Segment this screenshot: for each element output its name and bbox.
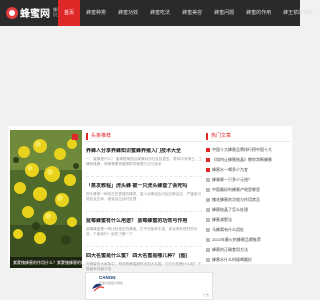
nav-item-home[interactable]: 首页 bbox=[58, 0, 81, 26]
hot-item[interactable]: 2022年最火的蜂蜜品牌推荐 bbox=[206, 235, 290, 245]
nav-item-beauty[interactable]: 蜂蜜美容 bbox=[176, 0, 208, 26]
divider bbox=[86, 176, 202, 177]
headline-section: 头条推荐 养蜂人分享养蜂知识蜜蜂养殖入门技术大全 一、蜜蜂是什么？ 蜜蜂是膜翅目… bbox=[86, 132, 202, 271]
nav-item-questions[interactable]: 蜂蜜问题 bbox=[208, 0, 240, 26]
ad-brand: CANON bbox=[99, 275, 116, 280]
article-title[interactable]: 蓝莓蜂蜜有什么用途？ 蓝莓蜂蜜的功效与作用 bbox=[86, 218, 202, 225]
hot-list: 中国十大蜂蜜品牌排行榜中国十大 《如何让蜂蜜结晶》教你判断蜂蜜 蜂蜜水一喝多少为… bbox=[206, 145, 290, 265]
ad-label: 广告 bbox=[202, 293, 209, 297]
rank-marker bbox=[206, 198, 210, 202]
hot-item[interactable]: 槐花蜂蜜的功效与作用禁忌 bbox=[206, 195, 290, 205]
hot-item[interactable]: 马蜂窝有什么用处 bbox=[206, 225, 290, 235]
hot-item[interactable]: 中国最好的蜂蜜产地是哪里 bbox=[206, 185, 290, 195]
ad-subtitle: 佳能中国官方网站 bbox=[99, 281, 124, 285]
hot-item-label[interactable]: 蜂蜜减肥法 bbox=[212, 217, 232, 222]
divider bbox=[86, 246, 202, 247]
hero-caption[interactable]: 紫蒙槐蜂蜜的作用什么？紫蒙槐蜂蜜的种类大全最上大 bbox=[10, 257, 82, 268]
hero-image[interactable]: 紫蒙槐蜂蜜的作用什么？紫蒙槐蜂蜜的种类大全最上大 bbox=[10, 130, 82, 268]
hot-item-label[interactable]: 马蜂窝有什么用处 bbox=[212, 227, 244, 232]
hot-item[interactable]: 蜂巢蜜一只多少元钱？ bbox=[206, 175, 290, 185]
rank-marker bbox=[206, 158, 210, 162]
hot-articles-sidebar: 热门文章 中国十大蜂蜜品牌排行榜中国十大 《如何让蜂蜜结晶》教你判断蜂蜜 蜂蜜水… bbox=[206, 132, 290, 266]
article-title[interactable]: 四大名蜜是什么蜜？ 四大名蜜是哪几种？ (图) bbox=[86, 253, 202, 260]
section-accent-bar bbox=[206, 133, 208, 140]
flower-photo bbox=[10, 130, 82, 268]
logo-icon bbox=[6, 7, 18, 19]
article-summary: 虎头蜂是一种攻击性很强的蜂类，蛰人后毒液会引起过敏反应，严重者可能危及生命，被蛰… bbox=[86, 192, 201, 201]
hot-item-label[interactable]: 中国十大蜂蜜品牌排行榜中国十大 bbox=[212, 147, 272, 152]
article-item[interactable]: 养蜂人分享养蜂知识蜜蜂养殖入门技术大全 一、蜜蜂是什么？ 蜜蜂是膜翅目蜜蜂科的社… bbox=[86, 148, 202, 177]
nav-item-effects[interactable]: 蜂蜜的作用 bbox=[240, 0, 277, 26]
nav-item-benefits[interactable]: 蜂蜜功效 bbox=[112, 0, 144, 26]
hot-item[interactable]: 蜂蜜减肥法 bbox=[206, 215, 290, 225]
headline-header: 头条推荐 bbox=[86, 132, 202, 142]
top-nav-bar: 蜂蜜网 蜂蜜 知识大全 首页 蜂蜜种类 蜂蜜功效 蜂蜜吃法 蜂蜜美容 蜂蜜问题 … bbox=[0, 0, 313, 26]
hot-item-label[interactable]: 《如何让蜂蜜结晶》教你判断蜂蜜 bbox=[212, 157, 272, 162]
rank-marker bbox=[206, 258, 210, 262]
hot-title: 热门文章 bbox=[211, 133, 232, 139]
hot-item-label[interactable]: 蜂蜜水什么时候喝最好 bbox=[212, 257, 252, 262]
rank-marker bbox=[206, 218, 210, 222]
nav-item-royal-jelly[interactable]: 蜂王浆的功效 bbox=[277, 0, 319, 26]
hot-item[interactable]: 中国十大蜂蜜品牌排行榜中国十大 bbox=[206, 145, 290, 155]
rank-marker bbox=[206, 188, 210, 192]
headline-title: 头条推荐 bbox=[91, 133, 112, 139]
hot-item-label[interactable]: 蜂蜜水一喝多少为宜 bbox=[212, 167, 248, 172]
main-nav: 首页 蜂蜜种类 蜂蜜功效 蜂蜜吃法 蜂蜜美容 蜂蜜问题 蜂蜜的作用 蜂王浆的功效 bbox=[58, 0, 319, 26]
hot-header: 热门文章 bbox=[206, 132, 290, 142]
rank-marker bbox=[206, 178, 210, 182]
rank-marker bbox=[206, 228, 210, 232]
hot-item-label[interactable]: 槐花蜂蜜的功效与作用禁忌 bbox=[212, 197, 260, 202]
nav-item-eating[interactable]: 蜂蜜吃法 bbox=[144, 0, 176, 26]
rank-marker bbox=[206, 148, 210, 152]
nav-item-types[interactable]: 蜂蜜种类 bbox=[80, 0, 112, 26]
article-summary: 一、蜜蜂是什么？ 蜜蜂是膜翅目蜜蜂科的社会性昆虫，群体中有蜂王、工蜂和雄蜂，养蜂… bbox=[86, 157, 202, 166]
rank-marker bbox=[206, 238, 210, 242]
hot-item-label[interactable]: 蜂巢蜜一只多少元钱？ bbox=[212, 177, 252, 182]
hot-item-label[interactable]: 蜂蜜的正确食用方法 bbox=[212, 247, 248, 252]
article-title[interactable]: 养蜂人分享养蜂知识蜜蜂养殖入门技术大全 bbox=[86, 148, 202, 155]
logo-text: 蜂蜜网 bbox=[20, 9, 50, 20]
article-title[interactable]: 「蒸发教程」虎头蜂 被一只虎头蜂蛰了会死吗 bbox=[86, 183, 202, 190]
section-accent-bar bbox=[86, 133, 88, 140]
article-summary: 蓝莓蜂蜜是一种比较常见的蜂蜜，它不仅营养丰富，而且具有很好的功效，下面我们一起来… bbox=[86, 227, 198, 236]
slider-indicator[interactable] bbox=[72, 134, 78, 140]
rank-marker bbox=[206, 248, 210, 252]
rank-marker bbox=[206, 208, 210, 212]
rank-marker bbox=[206, 168, 210, 172]
divider bbox=[86, 211, 202, 212]
site-logo[interactable]: 蜂蜜网 蜂蜜 知识大全 bbox=[6, 3, 66, 23]
hot-item[interactable]: 蜂蜜的正确食用方法 bbox=[206, 245, 290, 255]
hot-item[interactable]: 《如何让蜂蜜结晶》教你判断蜂蜜 bbox=[206, 155, 290, 165]
hot-item[interactable]: 蜂蜜结晶了怎么处理 bbox=[206, 205, 290, 215]
article-item[interactable]: 「蒸发教程」虎头蜂 被一只虎头蜂蛰了会死吗 虎头蜂是一种攻击性很强的蜂类，蛰人后… bbox=[86, 183, 202, 212]
hot-item-label[interactable]: 蜂蜜结晶了怎么处理 bbox=[212, 207, 248, 212]
hot-item-label[interactable]: 中国最好的蜂蜜产地是哪里 bbox=[212, 187, 260, 192]
hot-item[interactable]: 蜂蜜水一喝多少为宜 bbox=[206, 165, 290, 175]
ad-banner[interactable]: CANON 佳能中国官方网站 广告 bbox=[85, 272, 213, 300]
article-item[interactable]: 蓝莓蜂蜜有什么用途？ 蓝莓蜂蜜的功效与作用 蓝莓蜂蜜是一种比较常见的蜂蜜，它不仅… bbox=[86, 218, 202, 247]
hot-item[interactable]: 蜂蜜水什么时候喝最好 bbox=[206, 255, 290, 265]
hot-item-label[interactable]: 2022年最火的蜂蜜品牌推荐 bbox=[212, 237, 261, 242]
